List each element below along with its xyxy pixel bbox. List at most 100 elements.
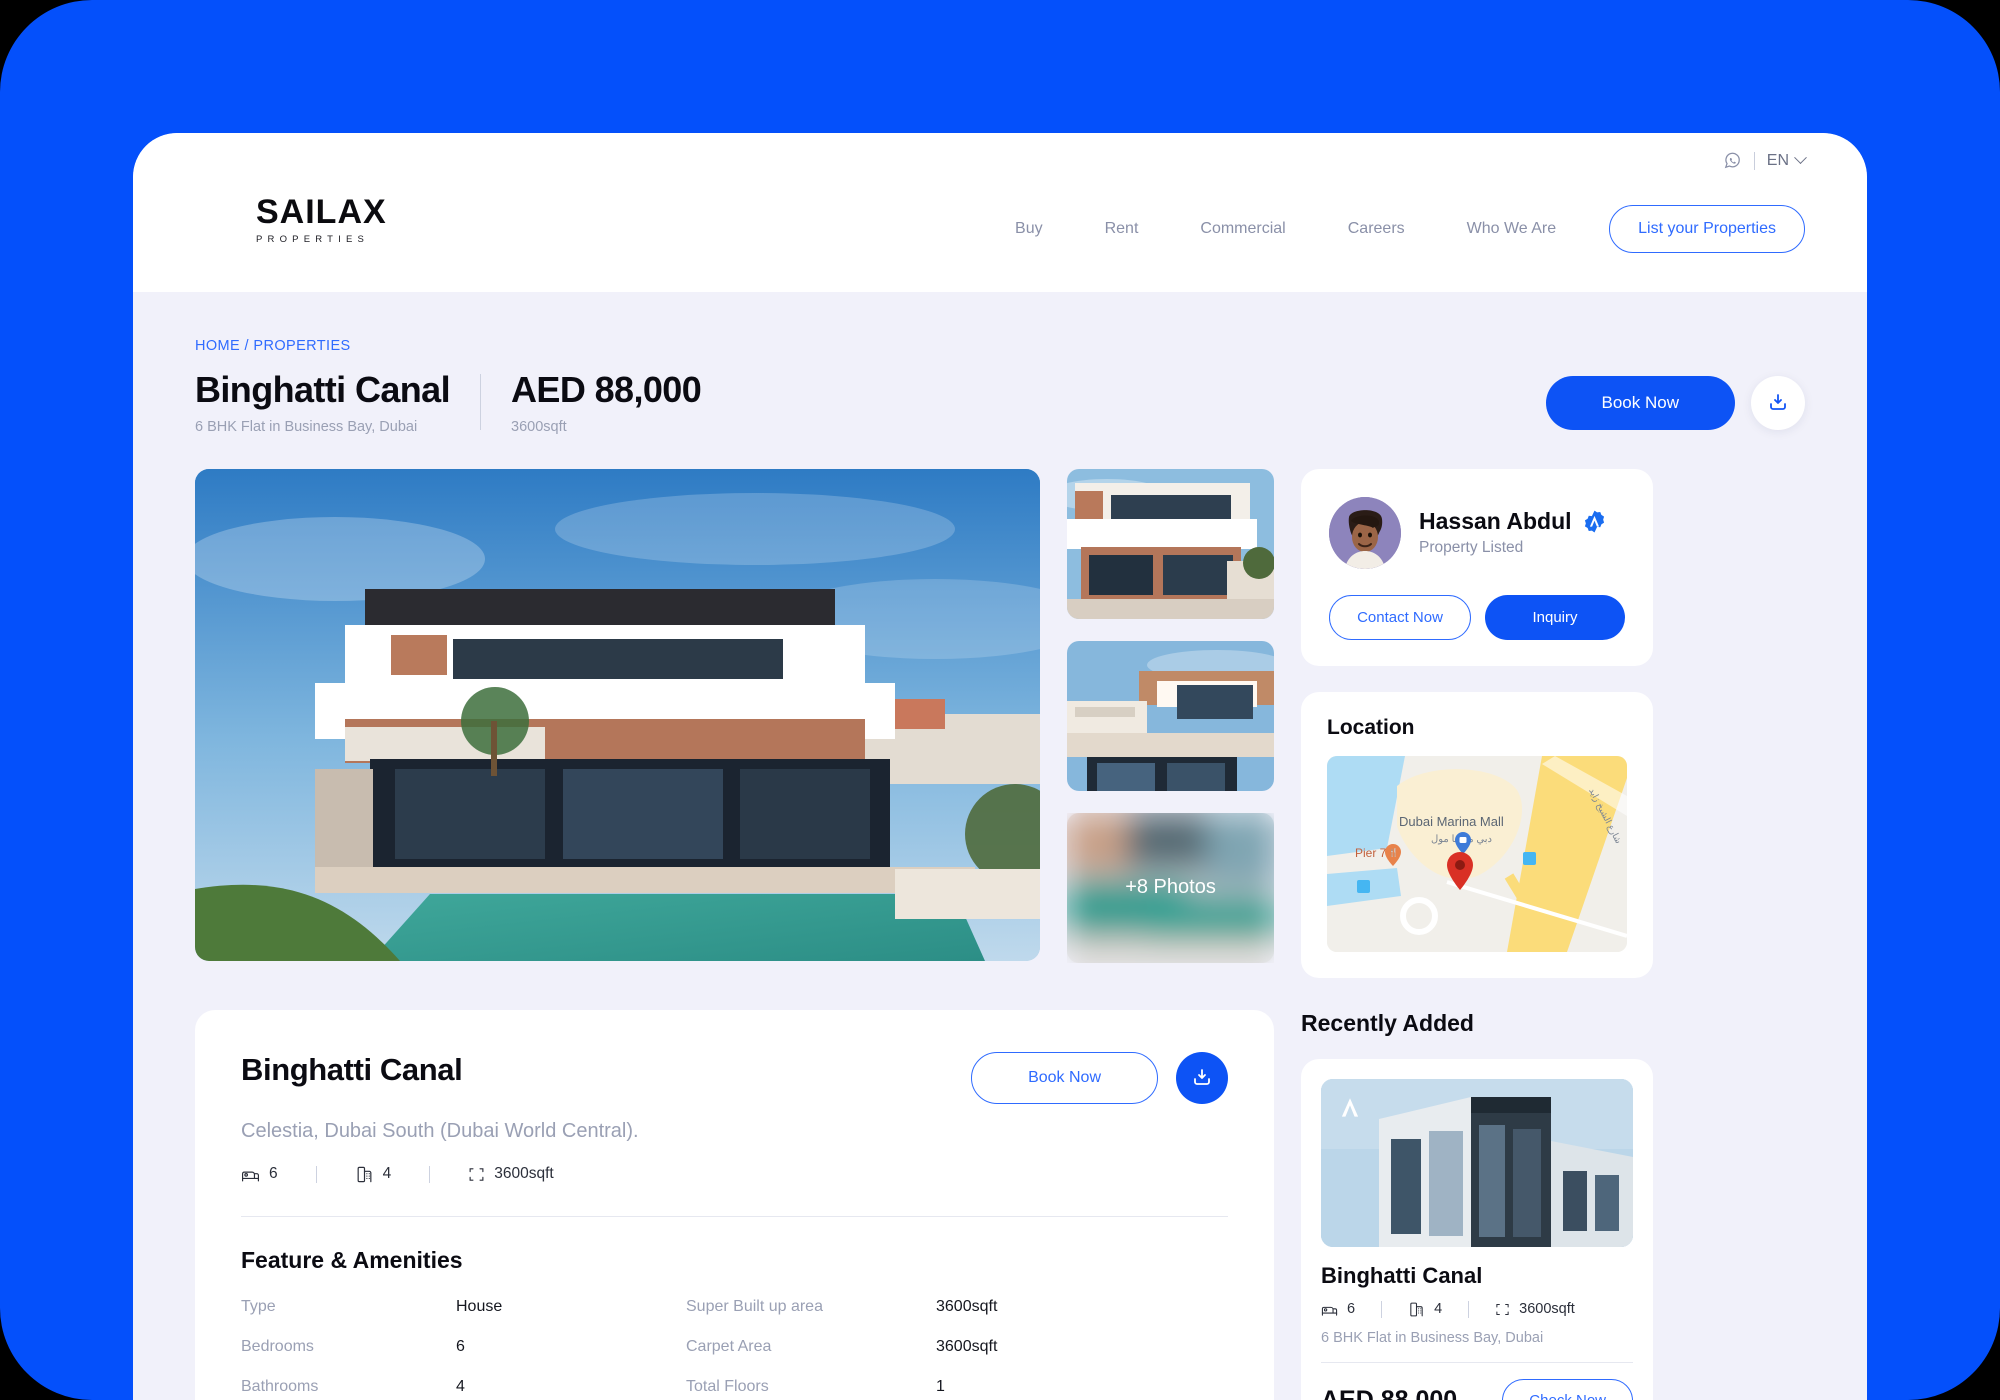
recently-added-card[interactable]: Binghatti Canal 6 4 3600sqft 6 BHK Flat … (1301, 1058, 1653, 1400)
hero-image[interactable] (195, 468, 1040, 961)
recently-added-divider (1321, 1361, 1633, 1363)
app-frame: EN SAILAX PROPERTIES Buy Rent Commercial… (0, 0, 2000, 1400)
amenity-value: 3600sqft (936, 1337, 998, 1355)
detail-address: Celestia, Dubai South (Dubai World Centr… (241, 1119, 639, 1142)
area-value: 3600sqft (494, 1165, 554, 1183)
amenity-key: Bathrooms (241, 1377, 319, 1395)
nav-item-who-we-are[interactable]: Who We Are (1436, 220, 1588, 238)
site-header: EN SAILAX PROPERTIES Buy Rent Commercial… (133, 133, 1867, 292)
book-now-button[interactable]: Book Now (1545, 376, 1735, 430)
amenity-key: Total Floors (686, 1377, 769, 1395)
listing-price-area: 3600sqft (511, 418, 567, 435)
location-card: Location Dubai Marina Mall دبي مول Pier … (1301, 691, 1653, 978)
page-content: HOME / PROPERTIES Binghatti Canal 6 BHK … (133, 292, 1867, 1400)
nav-item-commercial[interactable]: Commercial (1169, 220, 1316, 238)
nav-item-careers[interactable]: Careers (1317, 220, 1436, 238)
spec-divider-1 (315, 1165, 317, 1183)
download-button[interactable] (1751, 376, 1805, 430)
download-icon (1190, 1066, 1214, 1090)
agent-card: Hassan Abdul Property Listed Contact Now… (1301, 468, 1653, 666)
side-rail: Hassan Abdul Property Listed Contact Now… (1301, 468, 1653, 978)
utility-divider (1753, 151, 1755, 170)
verified-badge-icon (1582, 509, 1607, 534)
contact-now-button[interactable]: Contact Now (1329, 594, 1471, 640)
bathrooms-value: 4 (382, 1165, 392, 1183)
inquiry-button[interactable]: Inquiry (1485, 594, 1625, 640)
amenity-value: House (456, 1297, 503, 1315)
page-title: Binghatti Canal (195, 369, 451, 410)
detail-specs: 6 4 3600sqft (241, 1165, 1228, 1184)
amenity-key: Type (241, 1297, 276, 1315)
spec-bedrooms: 6 (241, 1165, 278, 1184)
detail-title: Binghatti Canal (241, 1051, 463, 1087)
recently-added-price: AED 88,000 (1321, 1385, 1458, 1400)
list-your-properties-button[interactable]: List your Properties (1609, 205, 1805, 253)
listing-title-group: Binghatti Canal 6 BHK Flat in Business B… (195, 369, 702, 435)
check-now-button[interactable]: Check Now (1502, 1378, 1633, 1400)
detail-actions: Book Now (971, 1051, 1228, 1104)
amenity-value: 3600sqft (936, 1297, 998, 1315)
detail-download-button[interactable] (1176, 1051, 1228, 1104)
recently-added-title: Binghatti Canal (1321, 1262, 1483, 1288)
chevron-down-icon (1794, 151, 1807, 165)
title-divider (480, 374, 482, 430)
listing-price: AED 88,000 (511, 369, 702, 410)
spec-divider-2 (1468, 1300, 1470, 1318)
amenities-section: Feature & Amenities Type House Super Bui… (241, 1247, 1228, 1400)
browser-window: EN SAILAX PROPERTIES Buy Rent Commercial… (133, 133, 1867, 1400)
bedrooms-value: 6 (269, 1165, 278, 1183)
bedrooms-value: 6 (1347, 1301, 1356, 1318)
listing-actions: Book Now (1545, 376, 1805, 430)
spec-area: 3600sqft (468, 1165, 554, 1183)
whatsapp-icon[interactable] (1723, 151, 1742, 170)
detail-book-now-button[interactable]: Book Now (971, 1051, 1158, 1104)
gallery: +8 Photos Hassan Abdul Property Listed C… (195, 468, 1805, 978)
bed-icon (1321, 1301, 1338, 1318)
listing-subtitle: 6 BHK Flat in Business Bay, Dubai (195, 418, 418, 435)
utility-bar: EN (1723, 151, 1807, 170)
area-value: 3600sqft (1519, 1301, 1575, 1318)
bed-icon (241, 1165, 260, 1184)
recently-added-subtitle: 6 BHK Flat in Business Bay, Dubai (1321, 1329, 1544, 1346)
amenity-key: Super Built up area (686, 1297, 823, 1315)
spec-bathrooms: 4 (1408, 1301, 1442, 1318)
recently-added-heading: Recently Added (1301, 1009, 1474, 1036)
detail-header: Binghatti Canal Book Now (241, 1051, 1228, 1104)
bath-icon (1408, 1301, 1425, 1318)
avatar (1329, 496, 1401, 569)
area-icon (1495, 1302, 1510, 1317)
amenities-heading: Feature & Amenities (241, 1246, 463, 1273)
bath-icon (355, 1165, 374, 1184)
spec-divider-1 (1381, 1300, 1383, 1318)
thumbnail-2[interactable] (1067, 640, 1274, 791)
more-photos-thumbnail[interactable]: +8 Photos (1067, 812, 1274, 963)
thumbnail-list: +8 Photos (1067, 468, 1274, 963)
agent-info: Hassan Abdul Property Listed (1419, 508, 1607, 557)
amenity-value: 4 (456, 1377, 465, 1395)
recently-added-image (1321, 1078, 1633, 1247)
breadcrumb[interactable]: HOME / PROPERTIES (195, 338, 1805, 354)
bathrooms-value: 4 (1434, 1301, 1443, 1318)
brand-logo[interactable]: SAILAX PROPERTIES (256, 195, 387, 245)
agent-name-row: Hassan Abdul (1419, 508, 1607, 535)
agent-actions: Contact Now Inquiry (1329, 594, 1625, 640)
spec-divider-2 (429, 1165, 431, 1183)
lower-section: Binghatti Canal Book Now Celestia, Dubai… (195, 1009, 1805, 1400)
thumbnail-1[interactable] (1067, 468, 1274, 619)
amenity-key: Carpet Area (686, 1337, 772, 1355)
map-label-mall: Dubai Marina Mall (1399, 814, 1504, 829)
recently-added-footer: AED 88,000 Check Now (1321, 1378, 1633, 1400)
agent-status: Property Listed (1419, 539, 1524, 557)
language-selector[interactable]: EN (1767, 151, 1807, 170)
nav-item-rent[interactable]: Rent (1074, 220, 1170, 238)
spec-bedrooms: 6 (1321, 1301, 1355, 1318)
spec-area: 3600sqft (1495, 1301, 1575, 1317)
detail-divider (241, 1215, 1228, 1217)
nav-item-buy[interactable]: Buy (984, 220, 1074, 238)
brand-name: SAILAX (256, 193, 387, 231)
location-map[interactable]: Dubai Marina Mall دبي مارينا مول Pier 7 … (1327, 755, 1627, 952)
amenity-value: 1 (936, 1377, 945, 1395)
download-icon (1766, 391, 1790, 415)
location-title: Location (1327, 715, 1415, 739)
main-nav: Buy Rent Commercial Careers Who We Are L… (984, 205, 1805, 253)
